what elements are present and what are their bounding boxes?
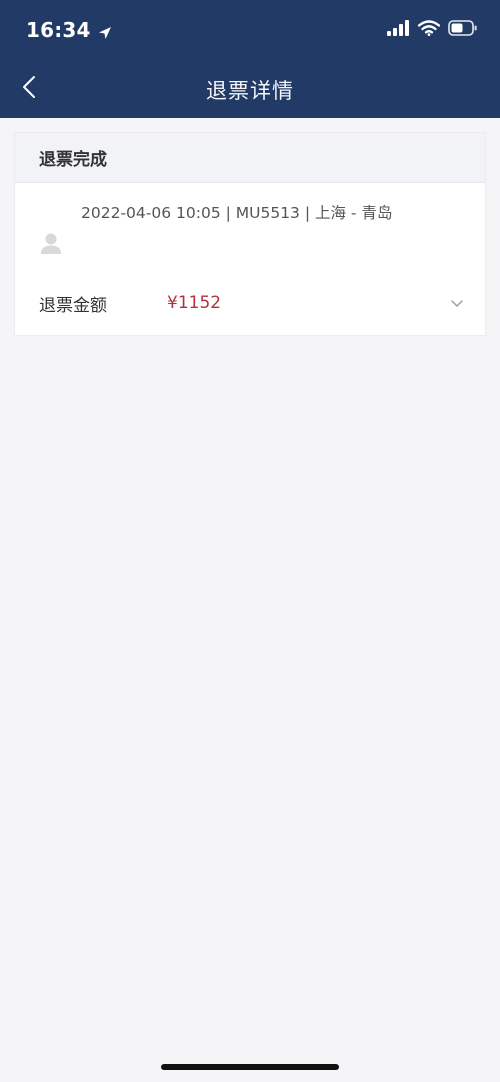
- nav-bar: 退票详情: [0, 62, 500, 118]
- status-icons: [386, 20, 478, 40]
- refund-amount-value: ¥1152: [167, 293, 222, 313]
- refund-status: 退票完成: [39, 150, 107, 170]
- location-arrow-icon: [97, 22, 113, 39]
- page-title: 退票详情: [206, 79, 294, 103]
- app-header: 16:34 退票详情: [0, 0, 500, 118]
- flight-info: 2022-04-06 10:05 | MU5513 | 上海 - 青岛: [81, 204, 393, 222]
- status-time: 16:34: [26, 18, 91, 42]
- cellular-signal-icon: [386, 20, 410, 40]
- status-time-group: 16:34: [26, 18, 113, 42]
- card-header: 退票完成: [15, 133, 485, 183]
- home-indicator[interactable]: [161, 1064, 339, 1070]
- user-icon: [41, 232, 61, 254]
- refund-amount-label: 退票金额: [39, 295, 107, 316]
- battery-icon: [448, 20, 478, 40]
- status-bar: 16:34: [0, 0, 500, 62]
- refund-amount-row[interactable]: 退票金额 ¥1152: [15, 285, 485, 321]
- wifi-icon: [417, 20, 441, 40]
- refund-detail-card: 退票完成 2022-04-06 10:05 | MU5513 | 上海 - 青岛…: [14, 132, 486, 336]
- chevron-down-icon[interactable]: [449, 295, 465, 311]
